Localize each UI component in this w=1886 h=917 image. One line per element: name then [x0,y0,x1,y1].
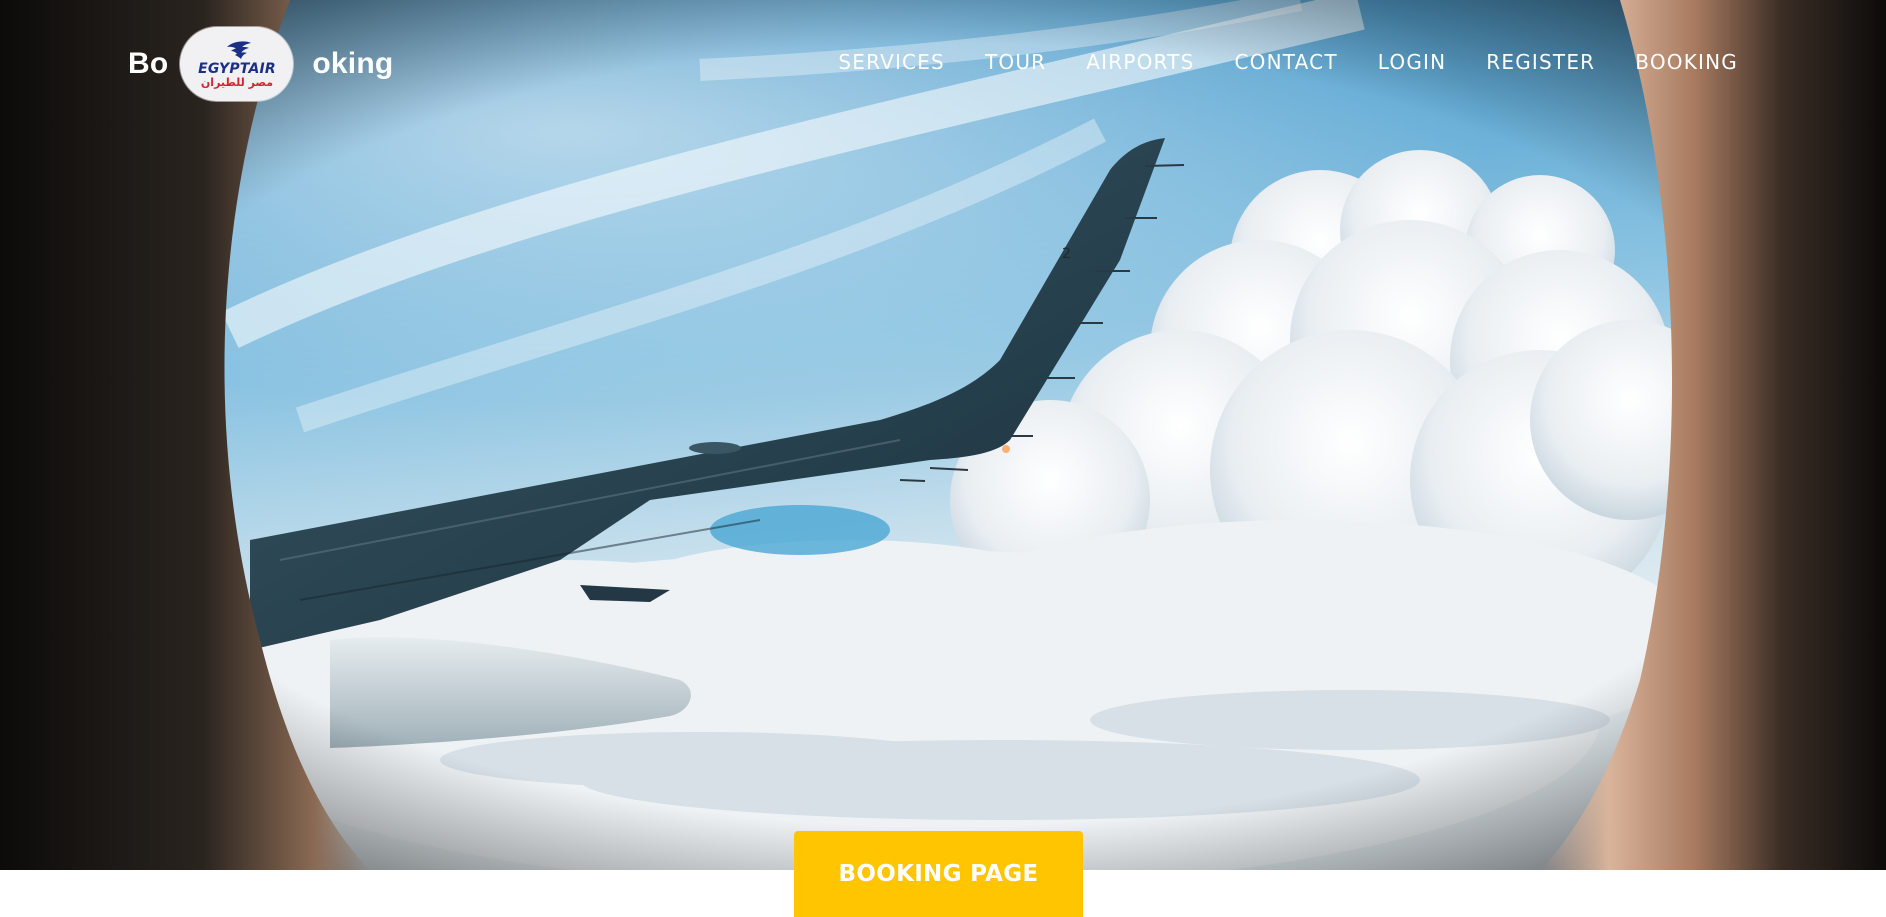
egyptair-emblem: EGYPTAIR مصر للطيران [198,41,276,89]
brand-logo[interactable]: Bo EGYPTAIR مصر للطيران oking [128,26,393,102]
nav-airports[interactable]: AIRPORTS [1086,50,1194,74]
brand-text-end: oking [312,47,394,80]
hero-banner: 2 Bo EGYPTAIR مصر للطيران oking [0,0,1886,870]
hero-image: 2 [0,0,1886,870]
nav-login[interactable]: LOGIN [1378,50,1447,74]
nav-tour[interactable]: TOUR [985,50,1046,74]
page: 2 Bo EGYPTAIR مصر للطيران oking [0,0,1886,917]
logo-arabic-wordmark: مصر للطيران [201,76,273,89]
main-nav: SERVICES TOUR AIRPORTS CONTACT LOGIN REG… [838,50,1738,74]
egyptair-logo: EGYPTAIR مصر للطيران [180,27,294,101]
nav-register[interactable]: REGISTER [1486,50,1595,74]
nav-booking[interactable]: BOOKING [1635,50,1738,74]
nav-services[interactable]: SERVICES [838,50,945,74]
brand-text-start: Bo [128,47,169,80]
booking-page-button[interactable]: BOOKING PAGE [794,831,1083,917]
logo-wordmark: EGYPTAIR [198,61,276,77]
nav-contact[interactable]: CONTACT [1235,50,1338,74]
